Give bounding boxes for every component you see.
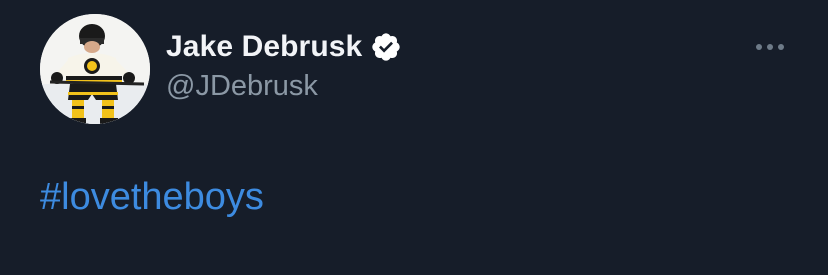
hockey-player-avatar-icon xyxy=(40,14,150,124)
hashtag-link[interactable]: #lovetheboys xyxy=(40,176,264,218)
verified-badge-icon xyxy=(370,31,402,63)
more-options-button[interactable] xyxy=(752,37,788,57)
author-name-row[interactable]: Jake Debrusk xyxy=(166,28,402,66)
tweet-card: Jake Debrusk @JDebrusk #lovetheboys xyxy=(0,0,828,275)
author-display-name[interactable]: Jake Debrusk xyxy=(166,28,362,66)
author-handle[interactable]: @JDebrusk xyxy=(166,68,318,104)
author-avatar[interactable] xyxy=(40,14,150,124)
tweet-body: #lovetheboys xyxy=(40,174,264,220)
more-options-icon xyxy=(756,44,784,50)
